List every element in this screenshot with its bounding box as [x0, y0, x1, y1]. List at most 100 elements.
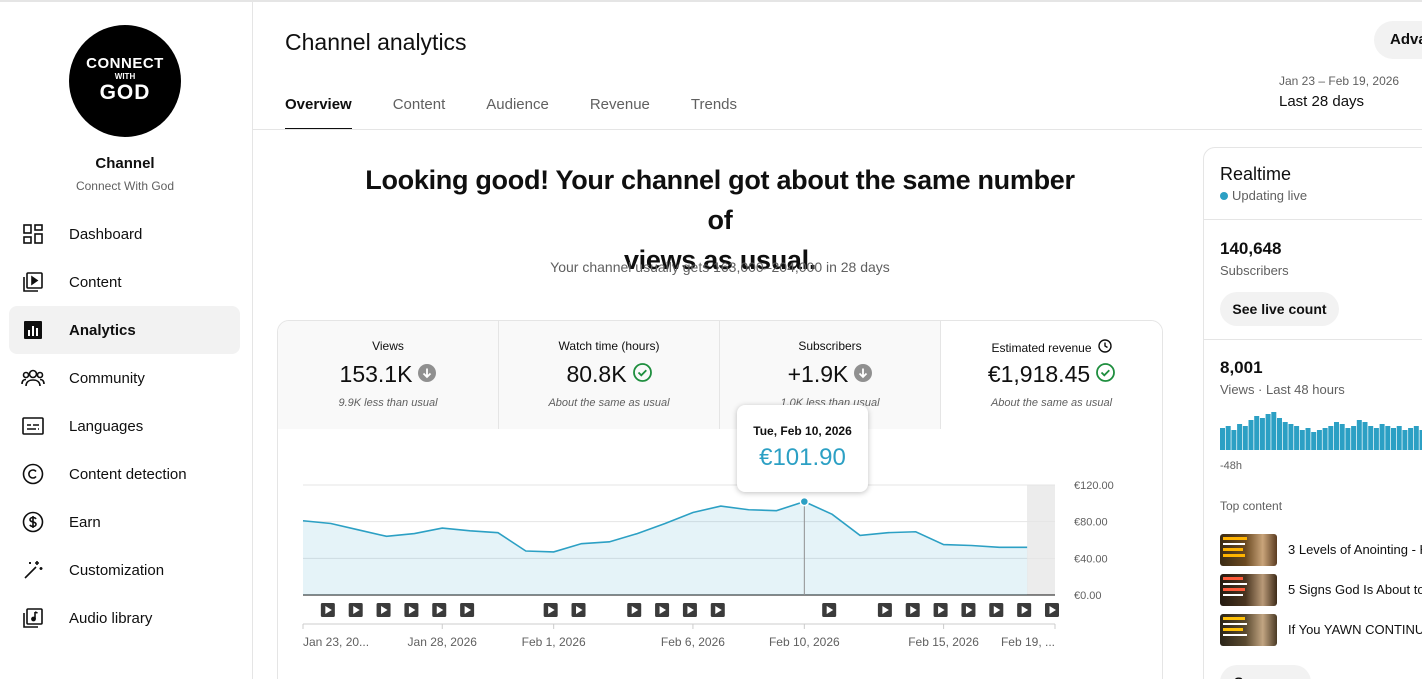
- top-content-label: Top content: [1220, 499, 1283, 513]
- realtime-live-text: Updating live: [1232, 188, 1308, 203]
- see-live-count-button[interactable]: See live count: [1220, 292, 1339, 326]
- x-tick-label: Jan 28, 2026: [408, 635, 478, 649]
- divider: [1204, 219, 1422, 220]
- x-tick-label: Jan 23, 20...: [303, 635, 369, 649]
- sidebar-item-content-detection[interactable]: Content detection: [9, 450, 240, 498]
- content-icon: [9, 258, 57, 306]
- realtime-bar: [1220, 428, 1225, 450]
- sidebar-item-label: Analytics: [69, 321, 136, 339]
- realtime-bar: [1294, 426, 1300, 450]
- y-tick-label: €40.00: [1074, 553, 1108, 565]
- logo-line-1: CONNECT: [86, 55, 164, 72]
- realtime-bar: [1391, 428, 1396, 450]
- header-divider: [253, 129, 1422, 130]
- advanced-mode-button[interactable]: Adva: [1374, 21, 1422, 59]
- logo-line-3: GOD: [99, 81, 151, 104]
- realtime-bar: [1396, 426, 1402, 450]
- realtime-bar: [1322, 428, 1328, 450]
- realtime-bar: [1413, 426, 1419, 450]
- sidebar-item-label: Content: [69, 273, 122, 291]
- sidebar-nav: Dashboard Content Analytics Community La…: [9, 210, 240, 642]
- tab-overview[interactable]: Overview: [285, 87, 352, 130]
- realtime-bar: [1311, 432, 1317, 450]
- live-dot-icon: [1220, 191, 1228, 200]
- dashboard-icon: [9, 210, 57, 258]
- partial-period-shade: [1027, 485, 1055, 595]
- copyright-icon: [9, 450, 57, 498]
- sidebar-item-dashboard[interactable]: Dashboard: [9, 210, 240, 258]
- top-content-item[interactable]: 5 Signs God Is About to: [1220, 573, 1422, 606]
- summary-subline: Your channel usually gets 163,000–204,00…: [550, 259, 890, 275]
- video-thumbnail: [1220, 613, 1277, 646]
- x-tick-label: Feb 15, 2026: [908, 635, 979, 649]
- date-range[interactable]: Jan 23 – Feb 19, 2026: [1279, 74, 1399, 88]
- realtime-bar: [1288, 424, 1294, 450]
- sidebar-item-label: Customization: [69, 561, 165, 579]
- realtime-bar-chart[interactable]: [1220, 410, 1422, 452]
- realtime-bar: [1259, 418, 1265, 450]
- realtime-bar: [1408, 428, 1414, 450]
- top-content-item[interactable]: 3 Levels of Anointing - H: [1220, 533, 1422, 566]
- x-tick-label: Feb 1, 2026: [522, 635, 586, 649]
- channel-title: Channel: [95, 155, 155, 172]
- realtime-bar: [1351, 426, 1357, 450]
- tab-revenue[interactable]: Revenue: [590, 87, 650, 130]
- tooltip-date: Tue, Feb 10, 2026: [753, 424, 852, 438]
- analytics-page: CONNECT WITH GOD Channel Connect With Go…: [0, 0, 1422, 679]
- sidebar-item-community[interactable]: Community: [9, 354, 240, 402]
- realtime-bar: [1242, 426, 1248, 450]
- y-tick-label: €0.00: [1074, 590, 1102, 602]
- hover-point: [799, 496, 810, 507]
- realtime-bar: [1368, 426, 1374, 450]
- realtime-bar: [1345, 428, 1351, 450]
- sidebar-item-content[interactable]: Content: [9, 258, 240, 306]
- channel-logo[interactable]: CONNECT WITH GOD: [69, 25, 181, 137]
- realtime-bar: [1339, 424, 1345, 450]
- realtime-bar: [1248, 420, 1254, 450]
- sidebar-item-languages[interactable]: Languages: [9, 402, 240, 450]
- tab-audience[interactable]: Audience: [486, 87, 549, 130]
- see-more-button[interactable]: See more: [1220, 665, 1311, 679]
- realtime-bar: [1231, 430, 1237, 450]
- community-icon: [9, 354, 57, 402]
- realtime-bar: [1237, 424, 1243, 450]
- headline-line-1: Looking good! Your channel got about the…: [365, 165, 1075, 235]
- top-content-item[interactable]: If You YAWN CONTINUO: [1220, 613, 1422, 646]
- tooltip-value: €101.90: [759, 444, 846, 471]
- dollar-icon: [9, 498, 57, 546]
- divider: [1204, 339, 1422, 340]
- chart-tooltip: Tue, Feb 10, 2026 €101.90: [737, 405, 868, 492]
- tab-trends[interactable]: Trends: [691, 87, 737, 130]
- realtime-bar: [1305, 428, 1311, 450]
- date-period-selector[interactable]: Last 28 days: [1279, 93, 1364, 110]
- realtime-views-label: Views · Last 48 hours: [1220, 382, 1345, 397]
- sidebar-item-label: Audio library: [69, 609, 153, 627]
- realtime-bar: [1356, 420, 1362, 450]
- tab-content[interactable]: Content: [393, 87, 446, 130]
- realtime-bar: [1334, 422, 1339, 450]
- realtime-panel: Realtime Updating live 140,648 Subscribe…: [1203, 147, 1422, 679]
- sidebar-item-label: Content detection: [69, 465, 187, 483]
- realtime-bar: [1328, 426, 1334, 450]
- revenue-chart[interactable]: €120.00 €80.00 €40.00 €0.00 Jan 23, 20... Jan…: [278, 321, 1163, 679]
- top-content-title: 5 Signs God Is About to: [1288, 582, 1422, 597]
- realtime-bar: [1385, 426, 1391, 450]
- analytics-tabs: Overview Content Audience Revenue Trends: [285, 87, 778, 130]
- realtime-subscribers: 140,648: [1220, 239, 1282, 258]
- sidebar-item-audio-library[interactable]: Audio library: [9, 594, 240, 642]
- x-tick-label: Feb 10, 2026: [769, 635, 840, 649]
- sidebar: CONNECT WITH GOD Channel Connect With Go…: [0, 2, 253, 679]
- channel-name: Connect With God: [75, 179, 175, 193]
- magic-wand-icon: [9, 546, 57, 594]
- page-title: Channel analytics: [285, 29, 467, 55]
- sidebar-item-earn[interactable]: Earn: [9, 498, 240, 546]
- realtime-bar: [1316, 430, 1322, 450]
- sidebar-item-label: Community: [69, 369, 145, 387]
- realtime-bar: [1277, 418, 1282, 450]
- video-thumbnail: [1220, 573, 1277, 606]
- sidebar-item-customization[interactable]: Customization: [9, 546, 240, 594]
- sidebar-item-analytics[interactable]: Analytics: [9, 306, 240, 354]
- sidebar-item-label: Earn: [69, 513, 101, 531]
- top-content-title: If You YAWN CONTINUO: [1288, 622, 1422, 637]
- realtime-title: Realtime: [1220, 164, 1292, 184]
